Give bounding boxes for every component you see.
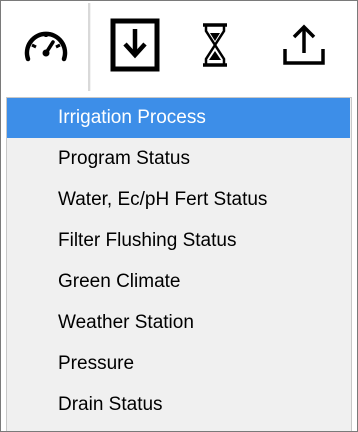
menu-item-water-fert-status[interactable]: Water, Ec/pH Fert Status: [7, 180, 350, 220]
status-dropdown-menu: Irrigation Process Program Status Water,…: [6, 97, 352, 431]
upload-icon: [283, 24, 325, 65]
import-button[interactable]: [92, 7, 178, 83]
upload-button[interactable]: [252, 7, 356, 83]
toolbar-separator: [88, 3, 91, 91]
menu-item-program-status[interactable]: Program Status: [7, 139, 350, 179]
hourglass-icon: [203, 23, 227, 67]
menu-item-filter-flushing[interactable]: Filter Flushing Status: [7, 221, 350, 261]
import-icon: [110, 18, 160, 72]
gauge-button[interactable]: [2, 7, 90, 83]
menu-item-weather-station[interactable]: Weather Station: [7, 303, 350, 343]
menu-item-drain-status[interactable]: Drain Status: [7, 385, 350, 425]
hourglass-button[interactable]: [178, 7, 252, 83]
dashboard-dropdown-window: Irrigation Process Program Status Water,…: [0, 0, 358, 432]
toolbar: [2, 1, 356, 91]
menu-item-irrigation-process[interactable]: Irrigation Process: [7, 98, 350, 138]
gauge-icon: [24, 31, 68, 62]
menu-item-pressure[interactable]: Pressure: [7, 344, 350, 384]
menu-item-green-climate[interactable]: Green Climate: [7, 262, 350, 302]
